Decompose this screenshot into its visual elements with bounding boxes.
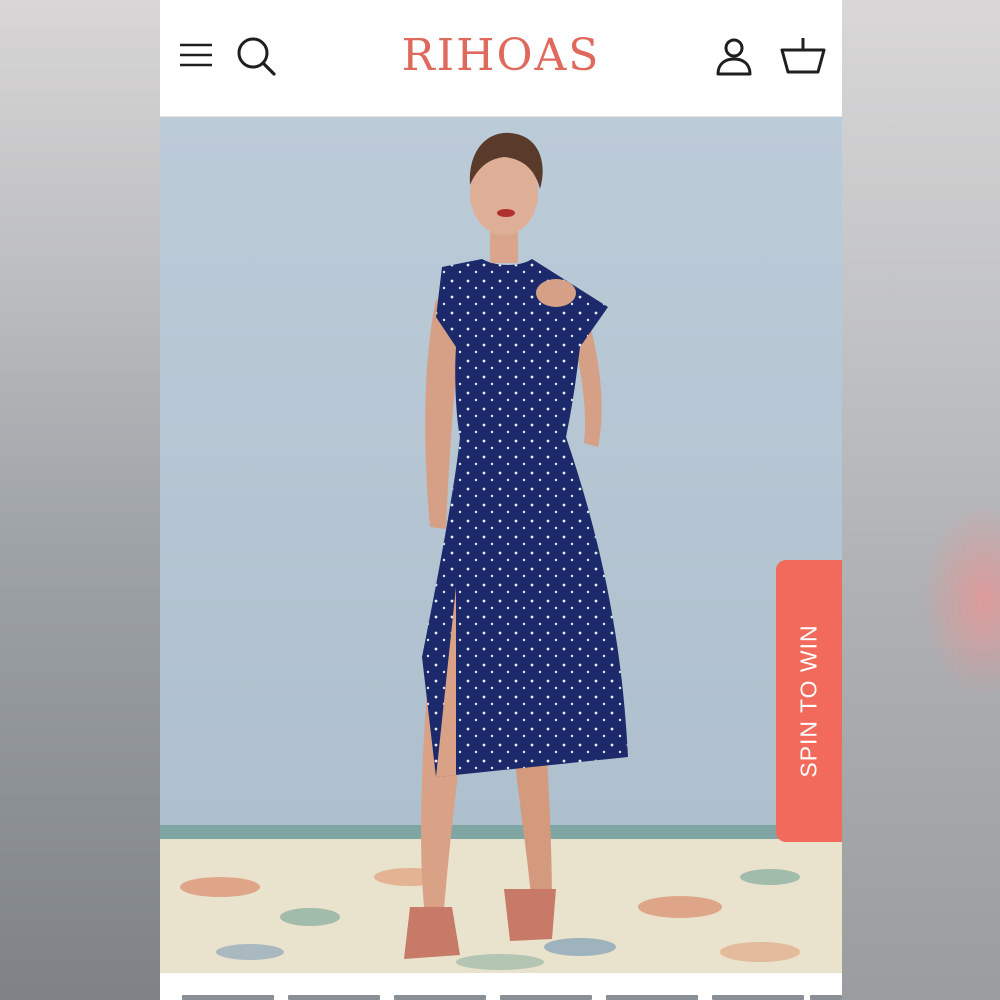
spin-to-win-button[interactable]: SPIN TO WIN <box>776 560 842 842</box>
mobile-page: RIHOAS SPIN TO WIN <box>160 0 842 1000</box>
menu-icon[interactable] <box>178 40 214 70</box>
cart-icon[interactable] <box>780 36 826 76</box>
gallery-thumbnail[interactable] <box>500 995 592 1000</box>
blurred-backdrop-left <box>0 0 160 1000</box>
gallery-thumbnail[interactable] <box>606 995 698 1000</box>
gallery-thumbnail[interactable] <box>394 995 486 1000</box>
search-icon[interactable] <box>234 34 278 78</box>
brand-logo[interactable]: RIHOAS <box>351 28 651 84</box>
gallery-thumbnail[interactable] <box>810 995 842 1000</box>
site-header: RIHOAS <box>160 0 842 117</box>
spin-to-win-label: SPIN TO WIN <box>795 624 822 778</box>
blurred-backdrop-right <box>842 0 1000 1000</box>
product-hero-image[interactable] <box>160 117 842 973</box>
gallery-thumbnail[interactable] <box>182 995 274 1000</box>
account-icon[interactable] <box>714 36 754 78</box>
gallery-thumbnails <box>160 973 842 1000</box>
gallery-thumbnail[interactable] <box>712 995 804 1000</box>
gallery-thumbnail[interactable] <box>288 995 380 1000</box>
product-photo <box>160 117 842 973</box>
